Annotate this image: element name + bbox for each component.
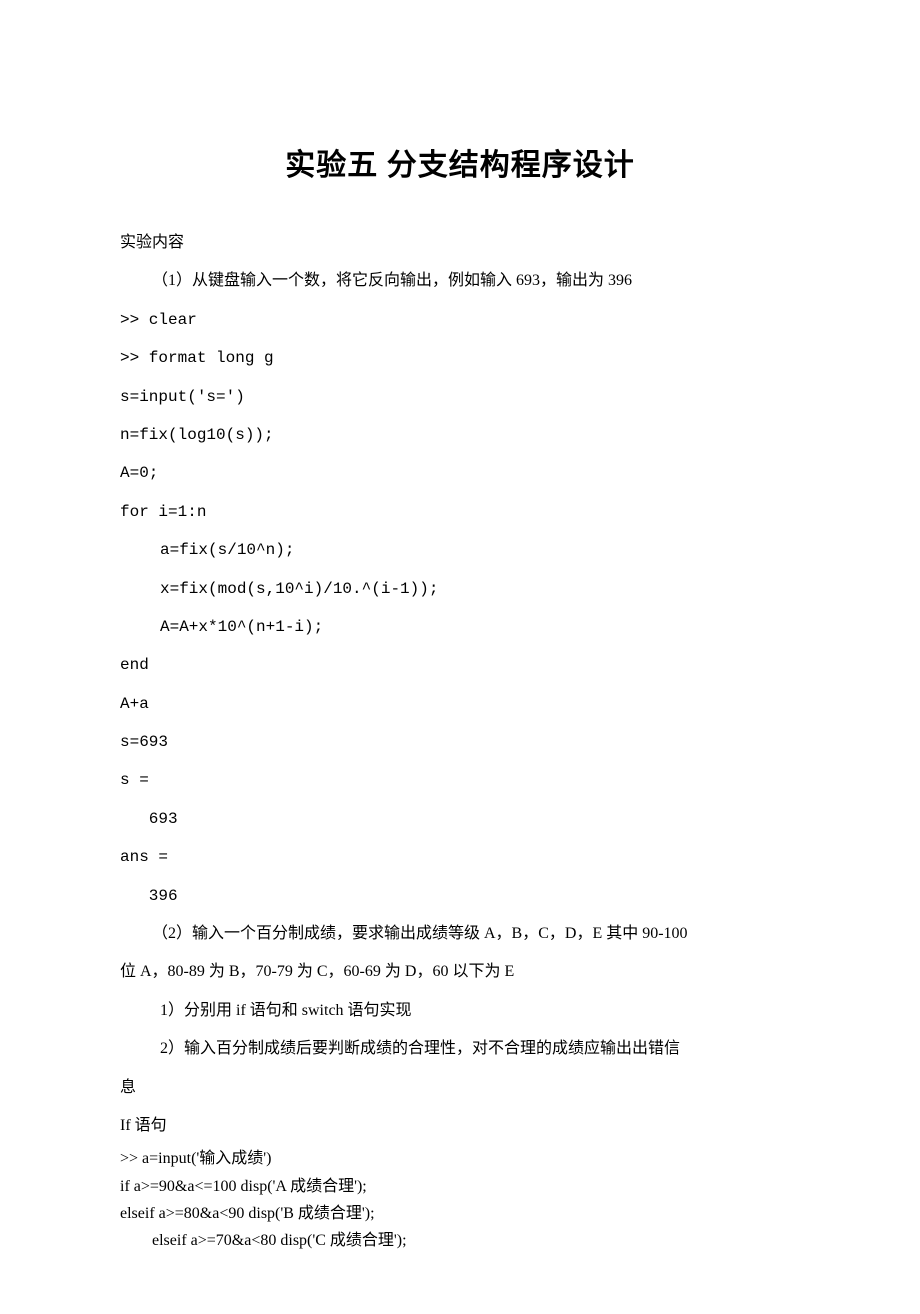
code-line: >> clear — [120, 301, 800, 339]
page-title: 实验五 分支结构程序设计 — [120, 140, 800, 184]
question-2-sub2b: 息 — [120, 1069, 800, 1107]
code-line: >> format long g — [120, 339, 800, 377]
code-line: n=fix(log10(s)); — [120, 416, 800, 454]
code-line: a=fix(s/10^n); — [120, 531, 800, 569]
question-2-sub2: 2）输入百分制成绩后要判断成绩的合理性，对不合理的成绩应输出出错信 — [120, 1030, 800, 1068]
question-2-sub1: 1）分别用 if 语句和 switch 语句实现 — [120, 992, 800, 1030]
question-2-prompt-line2: 位 A，80-89 为 B，70-79 为 C，60-69 为 D，60 以下为… — [120, 953, 800, 991]
code-line: A+a — [120, 685, 800, 723]
code-line: elseif a>=70&a<80 disp('C 成绩合理'); — [120, 1227, 800, 1254]
code-line: A=0; — [120, 454, 800, 492]
output-line: s = — [120, 761, 800, 799]
if-label: If 语句 — [120, 1107, 800, 1145]
section-header: 实验内容 — [120, 224, 800, 262]
code-line: s=input('s=') — [120, 378, 800, 416]
output-value: 396 — [120, 877, 800, 915]
code-line: A=A+x*10^(n+1-i); — [120, 608, 800, 646]
output-line: s=693 — [120, 723, 800, 761]
question-1-prompt: （1）从键盘输入一个数，将它反向输出，例如输入 693，输出为 396 — [120, 262, 800, 300]
code-line: if a>=90&a<=100 disp('A 成绩合理'); — [120, 1173, 800, 1200]
document-page: 实验五 分支结构程序设计 实验内容 （1）从键盘输入一个数，将它反向输出，例如输… — [0, 0, 920, 1314]
code-line: elseif a>=80&a<90 disp('B 成绩合理'); — [120, 1200, 800, 1227]
question-2-prompt-line1: （2）输入一个百分制成绩，要求输出成绩等级 A，B，C，D，E 其中 90-10… — [120, 915, 800, 953]
code-line: x=fix(mod(s,10^i)/10.^(i-1)); — [120, 570, 800, 608]
code-line: for i=1:n — [120, 493, 800, 531]
output-value: 693 — [120, 800, 800, 838]
code-line: end — [120, 646, 800, 684]
code-line: >> a=input('输入成绩') — [120, 1145, 800, 1172]
output-line: ans = — [120, 838, 800, 876]
